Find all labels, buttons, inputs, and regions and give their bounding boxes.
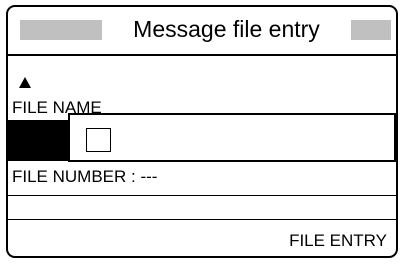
selection-cursor xyxy=(8,120,68,161)
character-cursor-box[interactable] xyxy=(86,128,111,152)
dialog-title: Message file entry xyxy=(133,16,320,42)
title-bar-decoration-left xyxy=(20,20,102,40)
file-number-label: FILE NUMBER : --- xyxy=(12,167,158,186)
title-bar: Message file entry xyxy=(8,7,396,54)
divider xyxy=(8,219,396,220)
divider xyxy=(8,195,396,196)
message-file-entry-dialog: Message file entry FILE NAME FILE NUMBER… xyxy=(6,5,398,258)
file-entry-button[interactable]: FILE ENTRY xyxy=(289,231,387,251)
title-bar-decoration-right xyxy=(351,20,391,40)
title-divider xyxy=(8,54,396,56)
file-name-input[interactable] xyxy=(68,113,396,162)
scroll-up-icon[interactable] xyxy=(19,77,31,88)
